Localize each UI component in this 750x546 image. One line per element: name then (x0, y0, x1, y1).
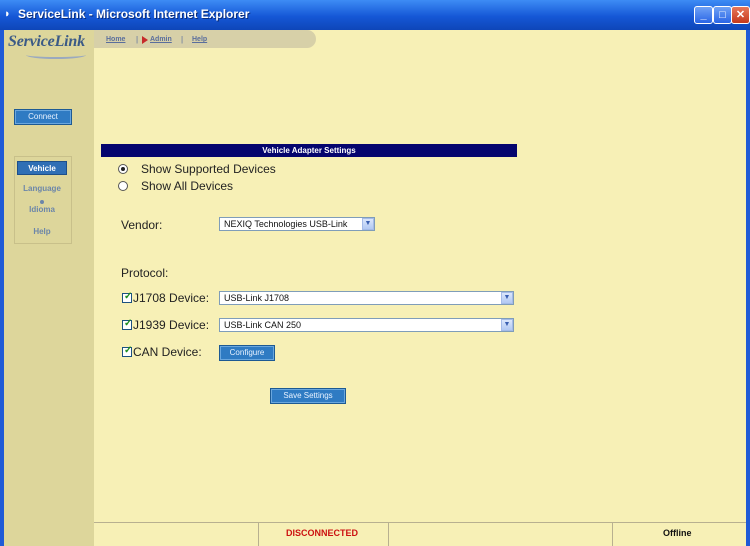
j1708-checkbox[interactable]: ✓ (122, 291, 133, 303)
configure-button[interactable]: Configure (219, 345, 275, 361)
logo-swoosh-icon (26, 51, 86, 59)
show-supported-label: Show Supported Devices (141, 162, 276, 176)
j1708-label: J1708 Device: (133, 291, 210, 305)
show-all-label: Show All Devices (141, 179, 234, 193)
admin-link[interactable]: Admin (150, 36, 172, 43)
status-divider (388, 523, 389, 546)
can-label: CAN Device: (133, 345, 202, 359)
close-button[interactable]: ✕ (731, 6, 750, 24)
sidebar-item-idioma[interactable]: Idioma (17, 203, 67, 217)
connect-button[interactable]: Connect (14, 109, 72, 125)
vendor-value: NEXIQ Technologies USB-Link (224, 219, 348, 229)
show-all-radio[interactable] (118, 181, 128, 191)
close-icon: ✕ (735, 9, 746, 21)
vendor-label: Vendor: (121, 218, 163, 232)
j1708-value: USB-Link J1708 (224, 293, 290, 303)
j1939-select[interactable]: USB-Link CAN 250 (219, 318, 514, 332)
checkmark-icon: ✓ (124, 291, 133, 302)
checkmark-icon: ✓ (124, 345, 133, 356)
checkmark-icon: ✓ (124, 318, 133, 329)
status-divider (612, 523, 613, 546)
nav-separator: | (181, 35, 184, 44)
ie-icon: ◗ (4, 8, 11, 20)
save-settings-button[interactable]: Save Settings (270, 388, 346, 404)
mode-status: Offline (663, 528, 692, 538)
status-divider (258, 523, 259, 546)
settings-panel-title: Vehicle Adapter Settings (101, 144, 517, 157)
j1939-value: USB-Link CAN 250 (224, 320, 302, 330)
can-checkbox[interactable]: ✓ (122, 345, 133, 357)
nav-separator: | (136, 35, 139, 44)
sidebar-item-language[interactable]: Language (17, 182, 67, 196)
vendor-select[interactable]: NEXIQ Technologies USB-Link (219, 217, 375, 231)
j1708-select[interactable]: USB-Link J1708 (219, 291, 514, 305)
connection-status: DISCONNECTED (286, 528, 359, 538)
admin-arrow-icon (142, 36, 148, 44)
status-bar (94, 522, 746, 546)
sidebar (4, 30, 94, 546)
maximize-button[interactable]: □ (713, 6, 732, 24)
chevron-down-icon[interactable]: ▼ (501, 292, 513, 304)
sidebar-item-help[interactable]: Help (17, 225, 67, 239)
chevron-down-icon[interactable]: ▼ (362, 218, 374, 230)
home-link[interactable]: Home (106, 36, 125, 43)
servicelink-logo: ServiceLink (8, 33, 85, 50)
chevron-down-icon[interactable]: ▼ (501, 319, 513, 331)
j1939-label: J1939 Device: (133, 318, 210, 332)
show-supported-radio[interactable] (118, 164, 128, 174)
window-title: ServiceLink - Microsoft Internet Explore… (18, 7, 250, 21)
protocol-label: Protocol: (121, 266, 169, 280)
sidebar-item-vehicle[interactable]: Vehicle (17, 161, 67, 175)
j1939-checkbox[interactable]: ✓ (122, 318, 133, 330)
help-link[interactable]: Help (192, 36, 207, 43)
minimize-button[interactable]: _ (694, 6, 713, 24)
browser-window: ◗ ServiceLink - Microsoft Internet Explo… (0, 0, 750, 546)
window-frame-right (746, 30, 750, 546)
maximize-icon: □ (719, 9, 726, 21)
minimize-icon: _ (700, 9, 707, 21)
